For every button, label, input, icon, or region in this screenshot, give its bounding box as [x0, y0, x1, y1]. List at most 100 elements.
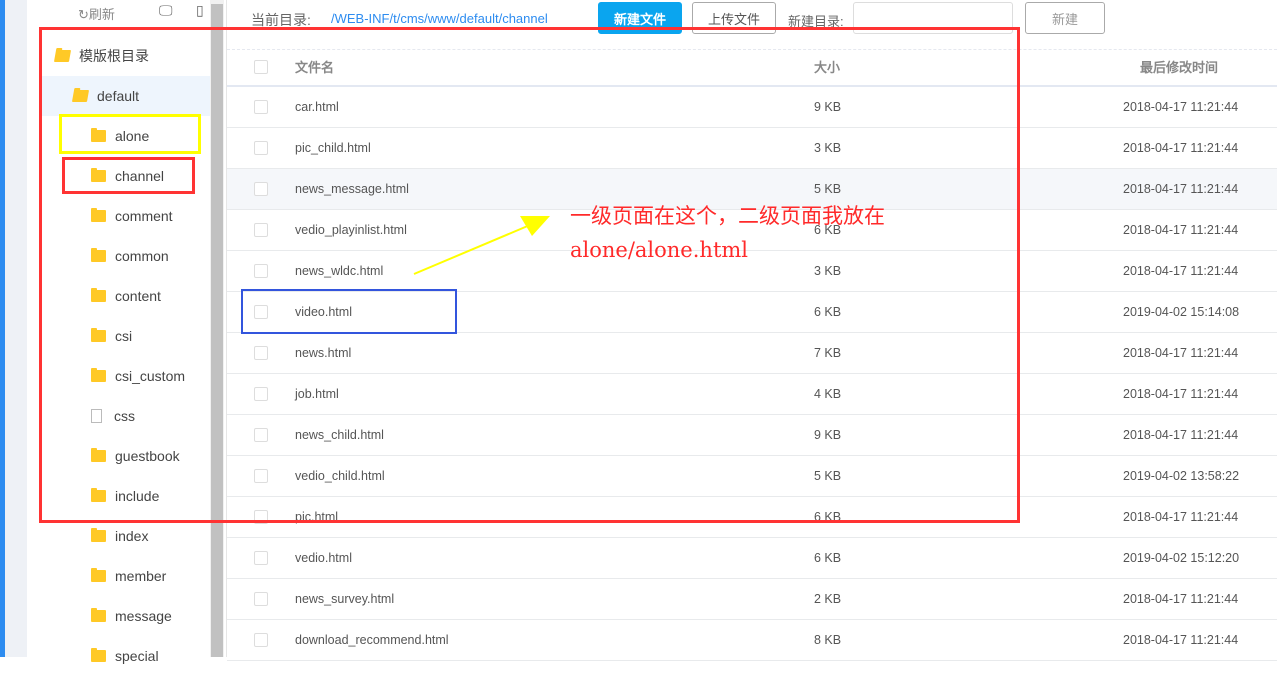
file-size: 5 KB — [814, 182, 842, 196]
file-size: 6 KB — [814, 551, 842, 565]
file-modified: 2019-04-02 13:58:22 — [1123, 469, 1240, 483]
file-modified: 2018-04-17 11:21:44 — [1123, 141, 1239, 155]
file-name[interactable]: pic_child.html — [295, 141, 371, 155]
row-checkbox[interactable] — [254, 182, 268, 196]
tree-item-csi[interactable]: csi — [27, 316, 210, 356]
tree-item-comment[interactable]: comment — [27, 196, 210, 236]
row-checkbox[interactable] — [254, 510, 268, 524]
file-modified: 2018-04-17 11:21:44 — [1123, 428, 1239, 442]
row-checkbox[interactable] — [254, 551, 268, 565]
table-row[interactable]: pic.html 6 KB 2018-04-17 11:21:44 — [227, 497, 1277, 538]
mobile-icon[interactable]: ▯ — [196, 2, 204, 19]
table-row[interactable]: video.html 6 KB 2019-04-02 15:14:08 — [227, 292, 1277, 333]
tree-item-css[interactable]: css — [27, 396, 210, 436]
file-modified: 2019-04-02 15:14:08 — [1123, 305, 1240, 319]
row-checkbox[interactable] — [254, 592, 268, 606]
tree-item-index[interactable]: index — [27, 516, 210, 556]
tree-item-content[interactable]: content — [27, 276, 210, 316]
sidebar-scrollbar-thumb[interactable] — [211, 4, 223, 657]
current-dir-path[interactable]: /WEB-INF/t/cms/www/default/channel — [331, 11, 548, 26]
row-checkbox[interactable] — [254, 100, 268, 114]
file-modified: 2019-04-02 15:12:20 — [1123, 551, 1240, 565]
folder-icon — [91, 368, 106, 382]
tree-item-special[interactable]: special — [27, 636, 210, 676]
upload-file-button[interactable]: 上传文件 — [692, 2, 776, 34]
row-checkbox[interactable] — [254, 141, 268, 155]
table-row[interactable]: download_recommend.html 8 KB 2018-04-17 … — [227, 620, 1277, 661]
file-name[interactable]: download_recommend.html — [295, 633, 449, 647]
file-name[interactable]: vedio_playinlist.html — [295, 223, 407, 237]
refresh-button[interactable]: ↻刷新 — [78, 4, 115, 23]
tree-root[interactable]: 模版根目录 — [27, 36, 210, 76]
desktop-icon[interactable]: 🖵 — [159, 2, 173, 19]
file-name[interactable]: news_wldc.html — [295, 264, 383, 278]
file-name[interactable]: pic.html — [295, 510, 338, 524]
annotation-note: 一级页面在这个，二级页面我放在 alone/alone.html — [570, 204, 885, 262]
create-dir-button[interactable]: 新建 — [1025, 2, 1105, 34]
row-checkbox[interactable] — [254, 305, 268, 319]
header-name[interactable]: 文件名 — [295, 57, 334, 76]
file-modified: 2018-04-17 11:21:44 — [1123, 387, 1239, 401]
table-row[interactable]: job.html 4 KB 2018-04-17 11:21:44 — [227, 374, 1277, 415]
table-row[interactable]: news_survey.html 2 KB 2018-04-17 11:21:4… — [227, 579, 1277, 620]
file-name[interactable]: vedio_child.html — [295, 469, 385, 483]
file-name[interactable]: video.html — [295, 305, 352, 319]
row-checkbox[interactable] — [254, 469, 268, 483]
tree-item-alone[interactable]: alone — [27, 116, 210, 156]
tree-item-common[interactable]: common — [27, 236, 210, 276]
refresh-icon: ↻ — [78, 7, 89, 22]
table-row[interactable]: news.html 7 KB 2018-04-17 11:21:44 — [227, 333, 1277, 374]
file-size: 6 KB — [814, 510, 842, 524]
file-name[interactable]: news_message.html — [295, 182, 409, 196]
table-row[interactable]: news_child.html 9 KB 2018-04-17 11:21:44 — [227, 415, 1277, 456]
row-checkbox[interactable] — [254, 264, 268, 278]
row-checkbox[interactable] — [254, 346, 268, 360]
folder-open-icon — [71, 90, 90, 102]
tree-item-csi_custom[interactable]: csi_custom — [27, 356, 210, 396]
file-size: 9 KB — [814, 100, 842, 114]
header-modified[interactable]: 最后修改时间 — [1140, 57, 1218, 76]
file-modified: 2018-04-17 11:21:44 — [1123, 592, 1239, 606]
tree-item-member[interactable]: member — [27, 556, 210, 596]
table-row[interactable]: pic_child.html 3 KB 2018-04-17 11:21:44 — [227, 128, 1277, 169]
row-checkbox[interactable] — [254, 387, 268, 401]
file-icon — [91, 409, 102, 423]
file-modified: 2018-04-17 11:21:44 — [1123, 100, 1239, 114]
tree-item-message[interactable]: message — [27, 596, 210, 636]
tree-item-guestbook[interactable]: guestbook — [27, 436, 210, 476]
row-checkbox[interactable] — [254, 428, 268, 442]
folder-icon — [91, 608, 106, 622]
header-size[interactable]: 大小 — [814, 57, 840, 76]
new-file-button[interactable]: 新建文件 — [598, 2, 682, 34]
select-all-checkbox[interactable] — [254, 59, 268, 74]
file-name[interactable]: news_child.html — [295, 428, 384, 442]
file-name[interactable]: vedio.html — [295, 551, 352, 565]
folder-icon — [91, 208, 106, 222]
table-row[interactable]: vedio.html 6 KB 2019-04-02 15:12:20 — [227, 538, 1277, 579]
file-modified: 2018-04-17 11:21:44 — [1123, 182, 1239, 196]
row-checkbox[interactable] — [254, 223, 268, 237]
file-name[interactable]: news_survey.html — [295, 592, 394, 606]
folder-icon — [91, 528, 106, 542]
file-modified: 2018-04-17 11:21:44 — [1123, 346, 1239, 360]
file-size: 9 KB — [814, 428, 842, 442]
tree-item-channel[interactable]: channel — [27, 156, 210, 196]
file-modified: 2018-04-17 11:21:44 — [1123, 223, 1239, 237]
file-size: 5 KB — [814, 469, 842, 483]
file-size: 4 KB — [814, 387, 842, 401]
table-row[interactable]: car.html 9 KB 2018-04-17 11:21:44 — [227, 87, 1277, 128]
tree-item-include[interactable]: include — [27, 476, 210, 516]
file-name[interactable]: news.html — [295, 346, 351, 360]
folder-open-icon — [53, 50, 72, 62]
current-dir-label: 当前目录: — [251, 12, 311, 28]
folder-icon — [91, 168, 106, 182]
new-dir-input[interactable] — [853, 2, 1013, 34]
row-checkbox[interactable] — [254, 633, 268, 647]
toolbar: 当前目录: /WEB-INF/t/cms/www/default/channel… — [227, 0, 1277, 36]
file-name[interactable]: car.html — [295, 100, 339, 114]
tree-item-default[interactable]: default — [41, 76, 210, 116]
folder-icon — [91, 568, 106, 582]
file-name[interactable]: job.html — [295, 387, 339, 401]
table-row[interactable]: vedio_child.html 5 KB 2019-04-02 13:58:2… — [227, 456, 1277, 497]
file-manager-main: 当前目录: /WEB-INF/t/cms/www/default/channel… — [227, 0, 1277, 661]
